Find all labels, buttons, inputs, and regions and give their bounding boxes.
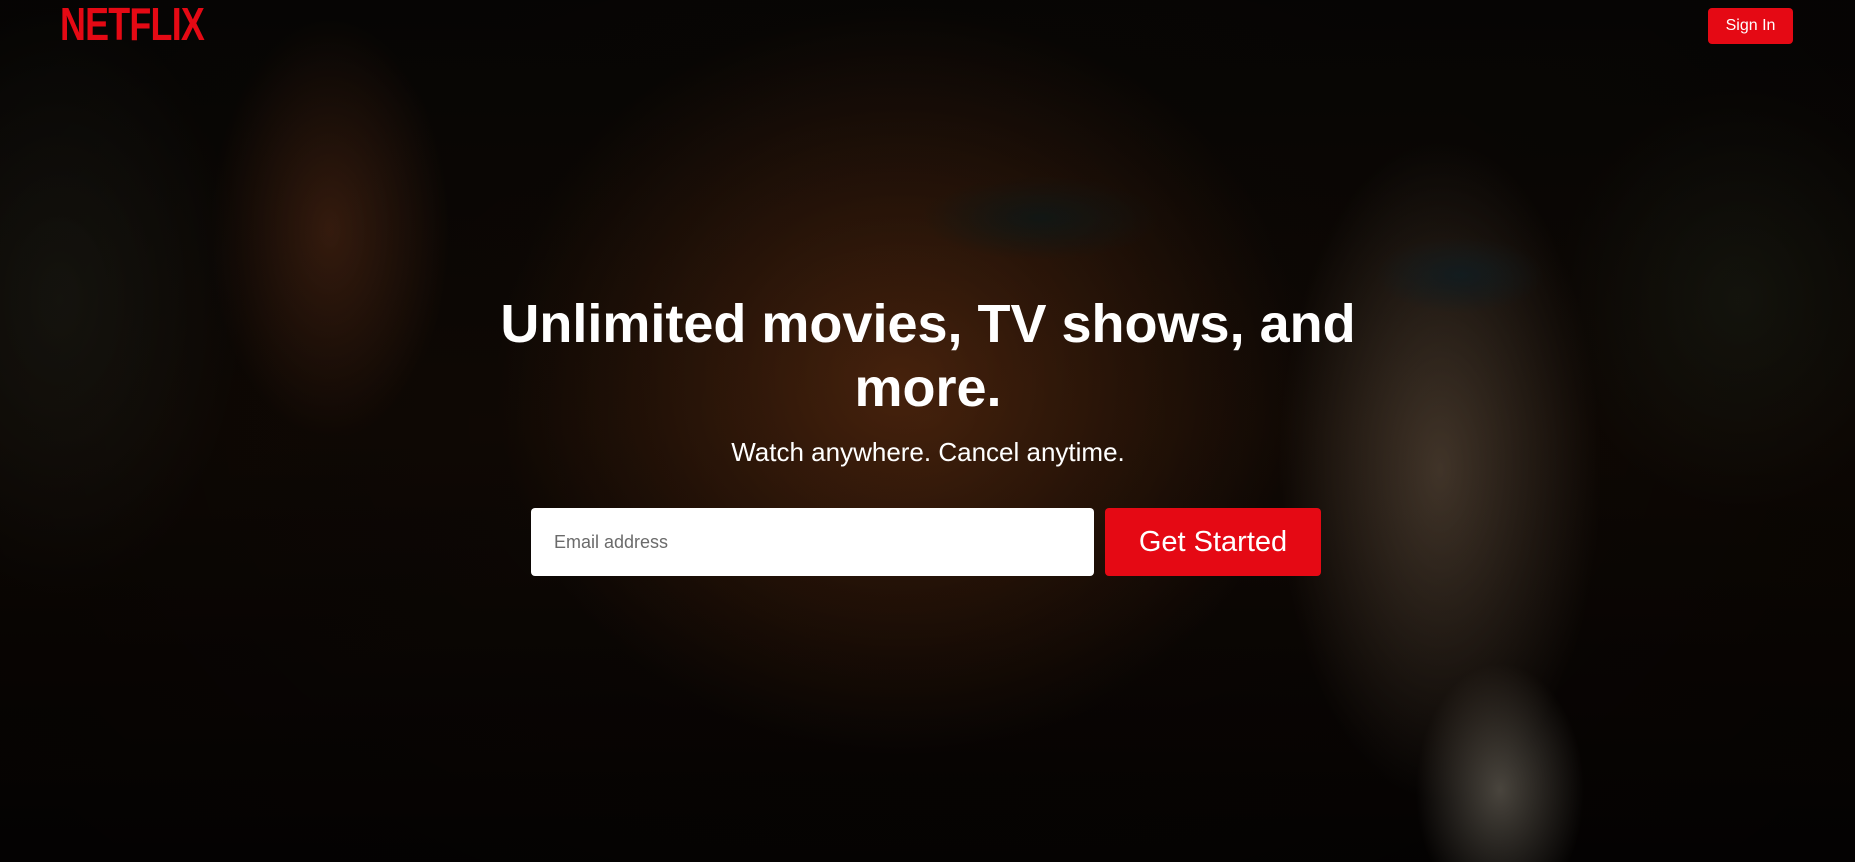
sign-in-button[interactable]: Sign In [1708,8,1793,44]
email-signup-form: Get Started [531,508,1321,576]
email-input[interactable] [531,508,1094,576]
hero-content: Unlimited movies, TV shows, and more. Wa… [428,292,1428,467]
hero-subheadline: Watch anywhere. Cancel anytime. [731,437,1125,467]
netflix-logo[interactable]: NETFLIX [60,0,205,48]
get-started-button[interactable]: Get Started [1105,508,1321,576]
hero-headline: Unlimited movies, TV shows, and more. [500,294,1356,418]
